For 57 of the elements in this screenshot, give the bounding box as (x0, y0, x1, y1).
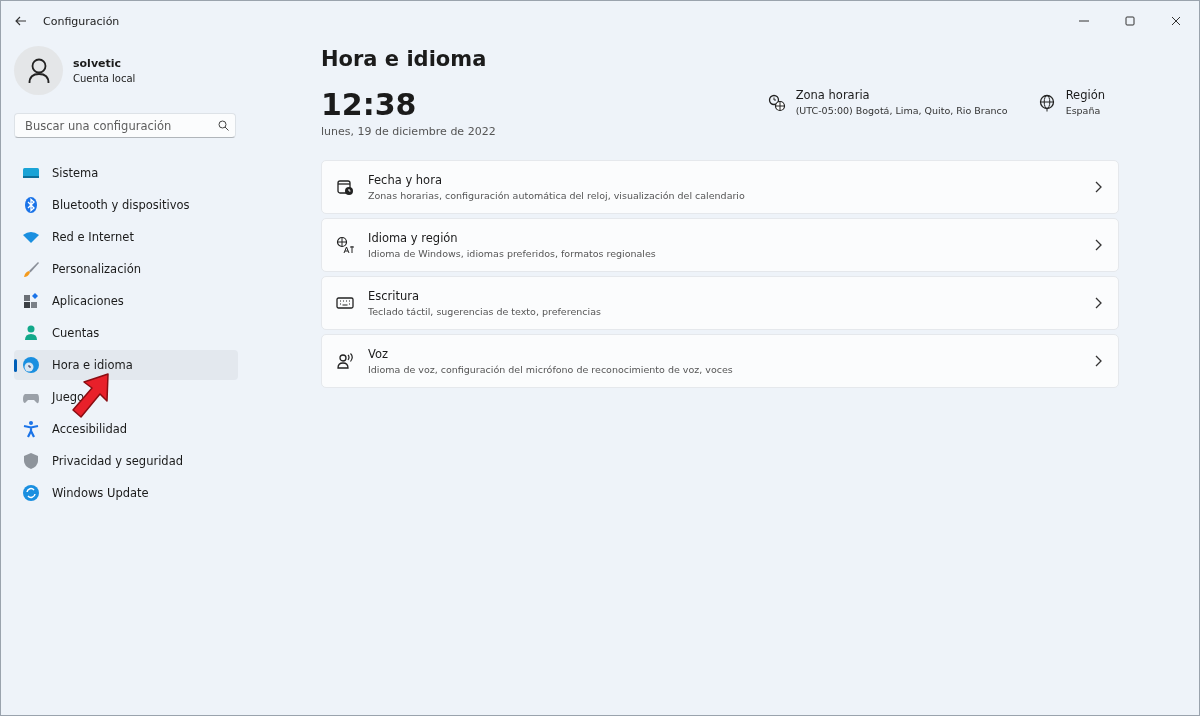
account-type: Cuenta local (73, 73, 136, 84)
globe-clock-icon (767, 94, 786, 112)
clock-date: lunes, 19 de diciembre de 2022 (321, 125, 496, 138)
card-title: Idioma y región (368, 231, 459, 245)
chevron-icon (1094, 181, 1102, 193)
sidebar-item[interactable]: Juego (14, 382, 238, 412)
bluetooth-icon (22, 196, 40, 214)
card-title: Voz (368, 347, 390, 361)
card-description: Teclado táctil, sugerencias de texto, preferencias (368, 306, 602, 317)
sidebar-item[interactable]: Windows Update (14, 478, 238, 508)
back-icon[interactable] (15, 16, 27, 26)
calendar-clock-icon (336, 178, 354, 196)
sidebar-item[interactable]: Personalización (14, 254, 238, 284)
sidebar-item[interactable]: Privacidad y seguridad (14, 446, 238, 476)
sidebar-item[interactable]: Cuentas (14, 318, 238, 348)
accessibility-icon (22, 420, 40, 438)
sidebar-item[interactable]: Hora e idioma (14, 350, 238, 380)
chevron-icon (1094, 355, 1102, 367)
page-title: Hora e idioma (321, 47, 488, 71)
window-title: Configuración (43, 14, 120, 28)
settings-card[interactable]: Voz Idioma de voz, configuración del micrófono de reconocimiento de voz, voces (321, 334, 1119, 388)
sidebar-item[interactable]: Red e Internet (14, 222, 238, 252)
person-icon (22, 324, 40, 342)
chevron-icon (1094, 239, 1102, 251)
settings-card[interactable]: Idioma y región Idioma de Windows, idiomas preferidos, formatos regionales (321, 218, 1119, 272)
clock-time: 12:38 (321, 88, 418, 122)
card-description: Zonas horarias, configuración automática del reloj, visualización del calendario (368, 190, 746, 201)
info-title: Zona horaria (795, 88, 871, 102)
update-icon (22, 484, 40, 502)
apps-icon (22, 292, 40, 310)
info-title: Región (1065, 88, 1105, 102)
sidebar-item[interactable]: Bluetooth y dispositivos (14, 190, 238, 220)
shield-icon (22, 452, 40, 470)
language-icon (336, 236, 354, 254)
keyboard-icon (336, 294, 354, 312)
card-title: Fecha y hora (368, 173, 443, 187)
brush-icon (22, 260, 40, 278)
chevron-icon (1094, 297, 1102, 309)
card-description: Idioma de Windows, idiomas preferidos, formatos regionales (368, 248, 657, 259)
info-value: (UTC-05:00) Bogotá, Lima, Quito, Rio Branco (795, 105, 1008, 116)
speech-person-icon (336, 352, 354, 370)
globe-clock-icon (22, 356, 40, 374)
person-icon (27, 57, 50, 84)
search-icon (218, 120, 229, 131)
info-value: España (1065, 105, 1102, 116)
search-field[interactable]: Buscar una configuración (14, 113, 236, 138)
sidebar-item[interactable]: Sistema (14, 158, 238, 188)
sidebar-item[interactable]: Aplicaciones (14, 286, 238, 316)
card-description: Idioma de voz, configuración del micrófono de reconocimiento de voz, voces (368, 364, 734, 375)
globe-icon (1037, 94, 1056, 112)
account-name: solvetic (73, 57, 123, 70)
settings-card[interactable]: Escritura Teclado táctil, sugerencias de texto, preferencias (321, 276, 1119, 330)
avatar[interactable] (14, 46, 63, 95)
settings-card[interactable]: Fecha y hora Zonas horarias, configuración automática del reloj, visualización del calendario (321, 160, 1119, 214)
sidebar-item[interactable]: Accesibilidad (14, 414, 238, 444)
selection-indicator (14, 359, 17, 372)
card-title: Escritura (368, 289, 421, 303)
